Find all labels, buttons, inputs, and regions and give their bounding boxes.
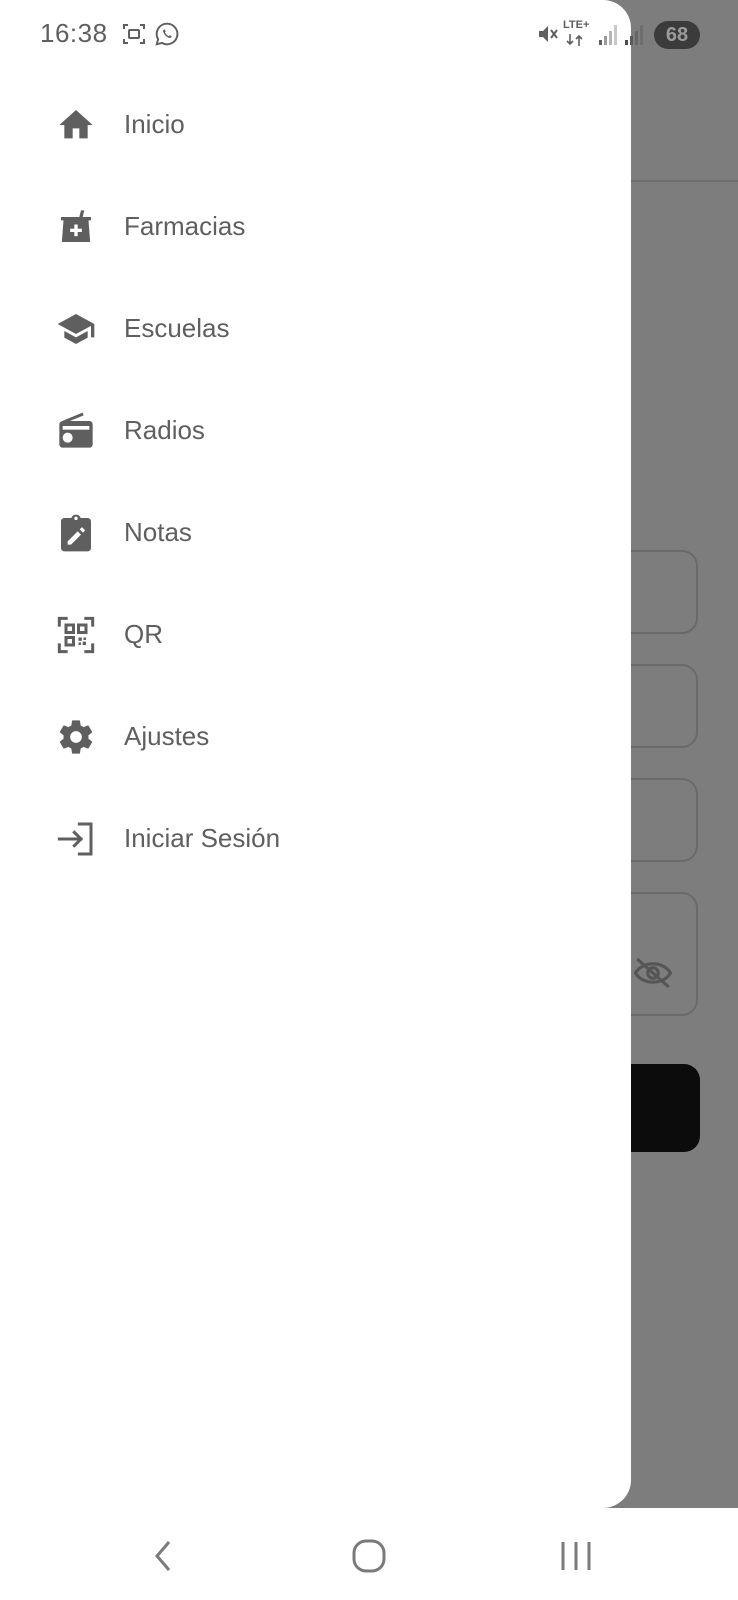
signal-icon xyxy=(625,25,643,45)
whatsapp-icon xyxy=(155,22,179,46)
home-nav-icon[interactable] xyxy=(345,1532,393,1580)
drawer-item-label: Notas xyxy=(124,517,192,547)
login-icon xyxy=(57,822,93,856)
mute-icon xyxy=(539,26,558,42)
drawer-item-farmacias[interactable]: Farmacias xyxy=(0,182,631,272)
eye-off-icon xyxy=(633,957,673,989)
notes-icon xyxy=(61,514,91,552)
back-icon[interactable] xyxy=(140,1532,188,1580)
status-time: 16:38 xyxy=(40,18,108,48)
drawer-item-label: Escuelas xyxy=(124,313,230,343)
drawer-item-iniciar-sesion[interactable]: Iniciar Sesión xyxy=(0,794,631,884)
home-icon xyxy=(59,110,93,139)
drawer-item-radios[interactable]: Radios xyxy=(0,386,631,476)
drawer-item-label: Ajustes xyxy=(124,721,210,751)
signal-icon xyxy=(599,25,617,45)
system-nav-bar xyxy=(0,1508,738,1600)
battery-icon: 68 xyxy=(654,21,700,49)
school-icon xyxy=(57,314,95,344)
pharmacy-icon xyxy=(61,210,91,242)
radio-icon xyxy=(59,412,93,448)
drawer-item-ajustes[interactable]: Ajustes xyxy=(0,692,631,782)
drawer-item-label: Radios xyxy=(124,415,205,445)
drawer-item-escuelas[interactable]: Escuelas xyxy=(0,284,631,374)
drawer-item-label: Iniciar Sesión xyxy=(124,823,281,853)
drawer-item-notas[interactable]: Notas xyxy=(0,488,631,578)
drawer-item-label: QR xyxy=(124,619,163,649)
qr-icon xyxy=(57,616,95,654)
drawer-item-label: Farmacias xyxy=(124,211,246,241)
lte-icon: LTE+ xyxy=(563,19,590,31)
drawer-item-label: Inicio xyxy=(124,109,185,139)
drawer-item-qr[interactable]: QR xyxy=(0,590,631,680)
screenshot-icon xyxy=(123,24,145,44)
settings-icon xyxy=(59,720,93,754)
data-arrows-icon xyxy=(566,34,583,46)
navigation-drawer: Inicio Farmacias Escuelas Radios Notas Q… xyxy=(0,0,631,1508)
recents-icon[interactable] xyxy=(552,1532,600,1580)
drawer-item-inicio[interactable]: Inicio xyxy=(0,80,631,170)
status-bar: 16:38 LTE+ 68 xyxy=(0,0,738,70)
